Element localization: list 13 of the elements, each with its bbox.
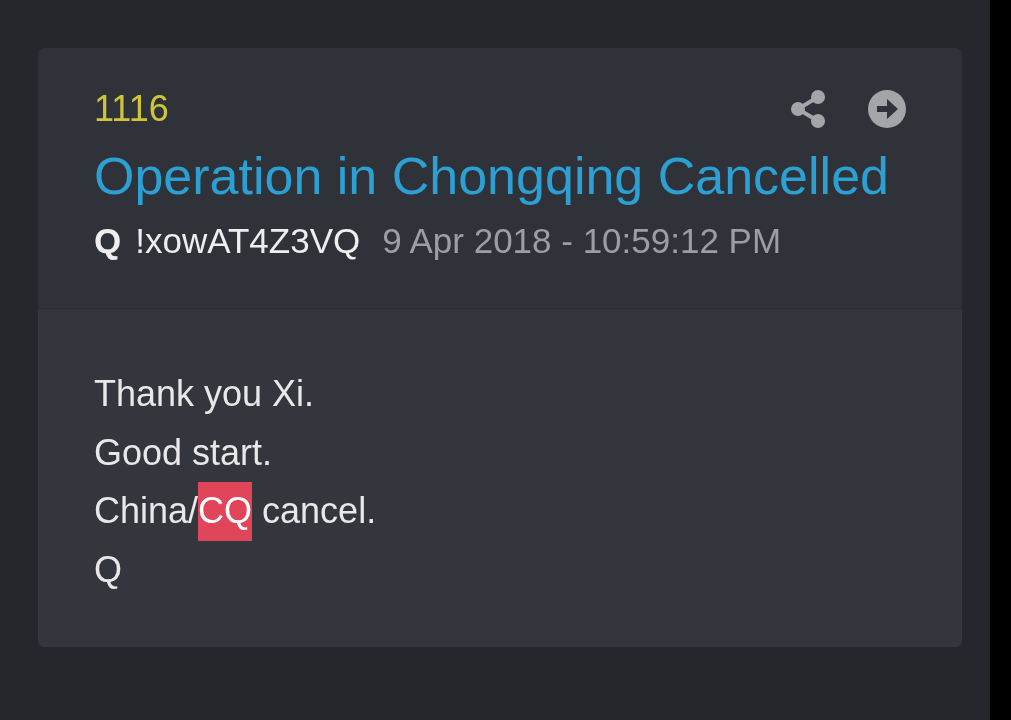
post-text: Good start. (94, 430, 273, 475)
post-number: 1116 (94, 87, 169, 131)
post-text: cancel. (261, 489, 377, 533)
post-title[interactable]: Operation in Chongqing Cancelled (94, 144, 906, 208)
author-name: Q (94, 220, 122, 262)
post-timestamp: 9 Apr 2018 - 10:59:12 PM (382, 220, 782, 262)
highlighted-text: CQ (198, 482, 253, 541)
author-tripcode: !xowAT4Z3VQ (135, 220, 361, 262)
post-text: China/ (94, 489, 199, 533)
post-text: Q (94, 547, 122, 592)
share-icon[interactable] (790, 89, 826, 129)
arrow-circle-icon[interactable] (868, 90, 906, 128)
post-text: Thank you Xi. (94, 372, 315, 416)
